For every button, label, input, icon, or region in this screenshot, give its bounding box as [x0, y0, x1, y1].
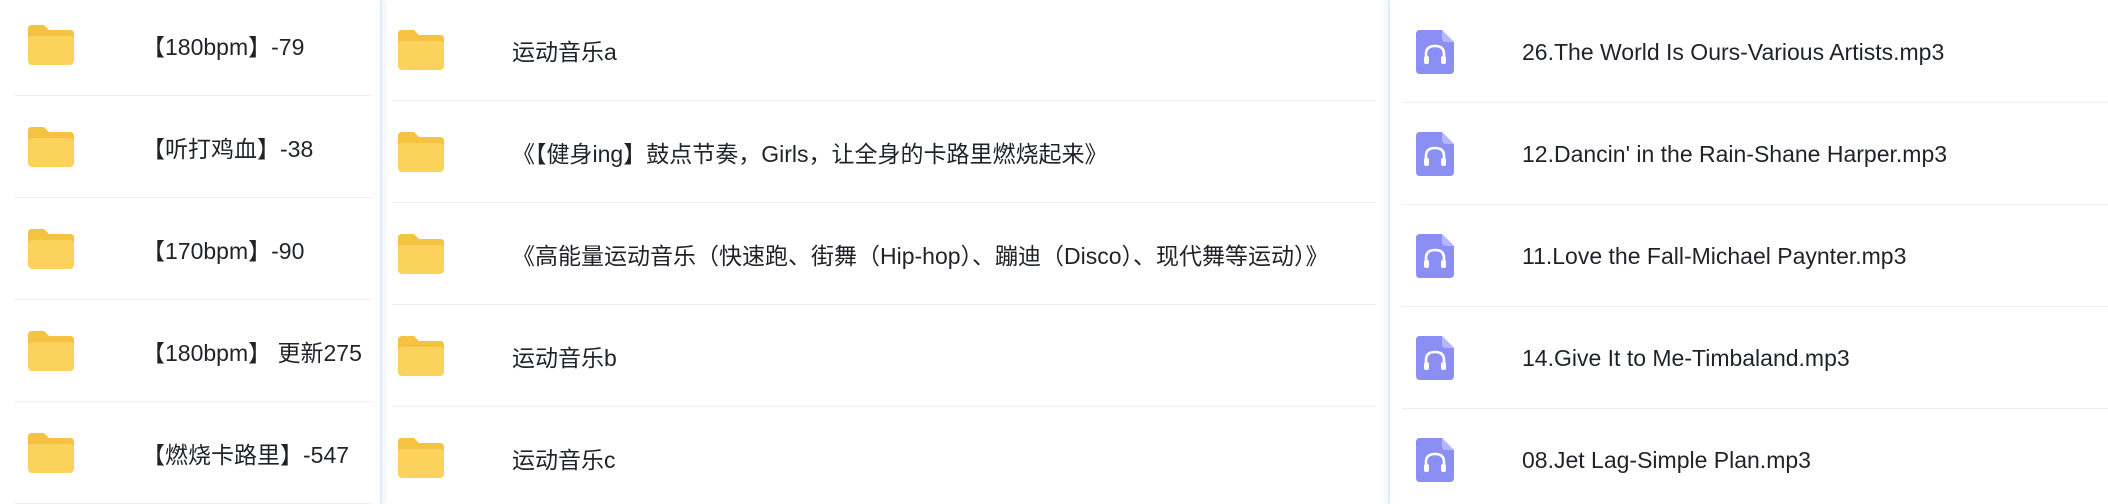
folder-name: 【170bpm】-90: [142, 238, 305, 264]
folder-row[interactable]: 运动音乐a: [380, 0, 1390, 101]
audio-file-icon: [1416, 438, 1454, 482]
folder-row[interactable]: 【180bpm】 更新275: [0, 300, 380, 402]
folder-name: 《【健身ing】鼓点节奏，Girls，让全身的卡路里燃烧起来》: [512, 141, 1108, 167]
audio-file-name: 11.Love the Fall-Michael Paynter.mp3: [1522, 242, 1907, 269]
audio-file-name: 26.The World Is Ours-Various Artists.mp3: [1522, 38, 1945, 65]
folder-icon: [26, 431, 76, 475]
folder-name: 运动音乐b: [512, 345, 617, 371]
audio-file-icon: [1416, 132, 1454, 176]
folder-row[interactable]: 《【健身ing】鼓点节奏，Girls，让全身的卡路里燃烧起来》: [380, 101, 1390, 203]
folder-icon: [26, 329, 76, 373]
audio-file-icon: [1416, 336, 1454, 380]
folder-name: 【180bpm】-79: [142, 34, 305, 60]
audio-file-name: 14.Give It to Me-Timbaland.mp3: [1522, 344, 1850, 371]
folder-name: 运动音乐c: [512, 447, 616, 473]
audio-file-row[interactable]: 11.Love the Fall-Michael Paynter.mp3: [1390, 205, 2108, 307]
audio-file-icon: [1416, 234, 1454, 278]
left-folder-list: 【180bpm】-79 【听打鸡血】-38 【170bpm】-90 【180bp…: [0, 0, 380, 504]
folder-row[interactable]: 【180bpm】-79: [0, 0, 380, 96]
folder-icon: [396, 436, 446, 480]
pane-divider: [1388, 0, 1390, 504]
folder-row[interactable]: 《高能量运动音乐（快速跑、街舞（Hip-hop）、蹦迪（Disco）、现代舞等运…: [380, 203, 1390, 305]
folder-name: 《高能量运动音乐（快速跑、街舞（Hip-hop）、蹦迪（Disco）、现代舞等运…: [512, 243, 1329, 269]
audio-file-name: 12.Dancin' in the Rain-Shane Harper.mp3: [1522, 140, 1948, 167]
audio-file-name: 08.Jet Lag-Simple Plan.mp3: [1522, 446, 1811, 473]
middle-folder-list: 运动音乐a 《【健身ing】鼓点节奏，Girls，让全身的卡路里燃烧起来》 《高…: [380, 0, 1390, 504]
right-file-list: 26.The World Is Ours-Various Artists.mp3…: [1390, 0, 2108, 504]
folder-icon: [26, 125, 76, 169]
folder-row[interactable]: 【170bpm】-90: [0, 198, 380, 300]
folder-name: 【180bpm】 更新275: [142, 340, 362, 366]
folder-name: 【听打鸡血】-38: [142, 136, 314, 162]
folder-icon: [396, 28, 446, 72]
audio-file-row[interactable]: 12.Dancin' in the Rain-Shane Harper.mp3: [1390, 103, 2108, 205]
folder-icon: [26, 227, 76, 271]
audio-file-icon: [1416, 30, 1454, 74]
folder-row[interactable]: 【听打鸡血】-38: [0, 96, 380, 198]
folder-icon: [396, 130, 446, 174]
folder-icon: [26, 23, 76, 67]
folder-icon: [396, 334, 446, 378]
audio-file-row[interactable]: 08.Jet Lag-Simple Plan.mp3: [1390, 409, 2108, 504]
folder-row[interactable]: 【燃烧卡路里】-547: [0, 402, 380, 504]
folder-icon: [396, 232, 446, 276]
folder-name: 运动音乐a: [512, 39, 617, 65]
audio-file-row[interactable]: 26.The World Is Ours-Various Artists.mp3: [1390, 1, 2108, 103]
folder-row[interactable]: 运动音乐c: [380, 407, 1390, 504]
pane-divider: [380, 0, 382, 504]
folder-name: 【燃烧卡路里】-547: [142, 442, 350, 468]
folder-row[interactable]: 运动音乐b: [380, 305, 1390, 407]
audio-file-row[interactable]: 14.Give It to Me-Timbaland.mp3: [1390, 307, 2108, 409]
